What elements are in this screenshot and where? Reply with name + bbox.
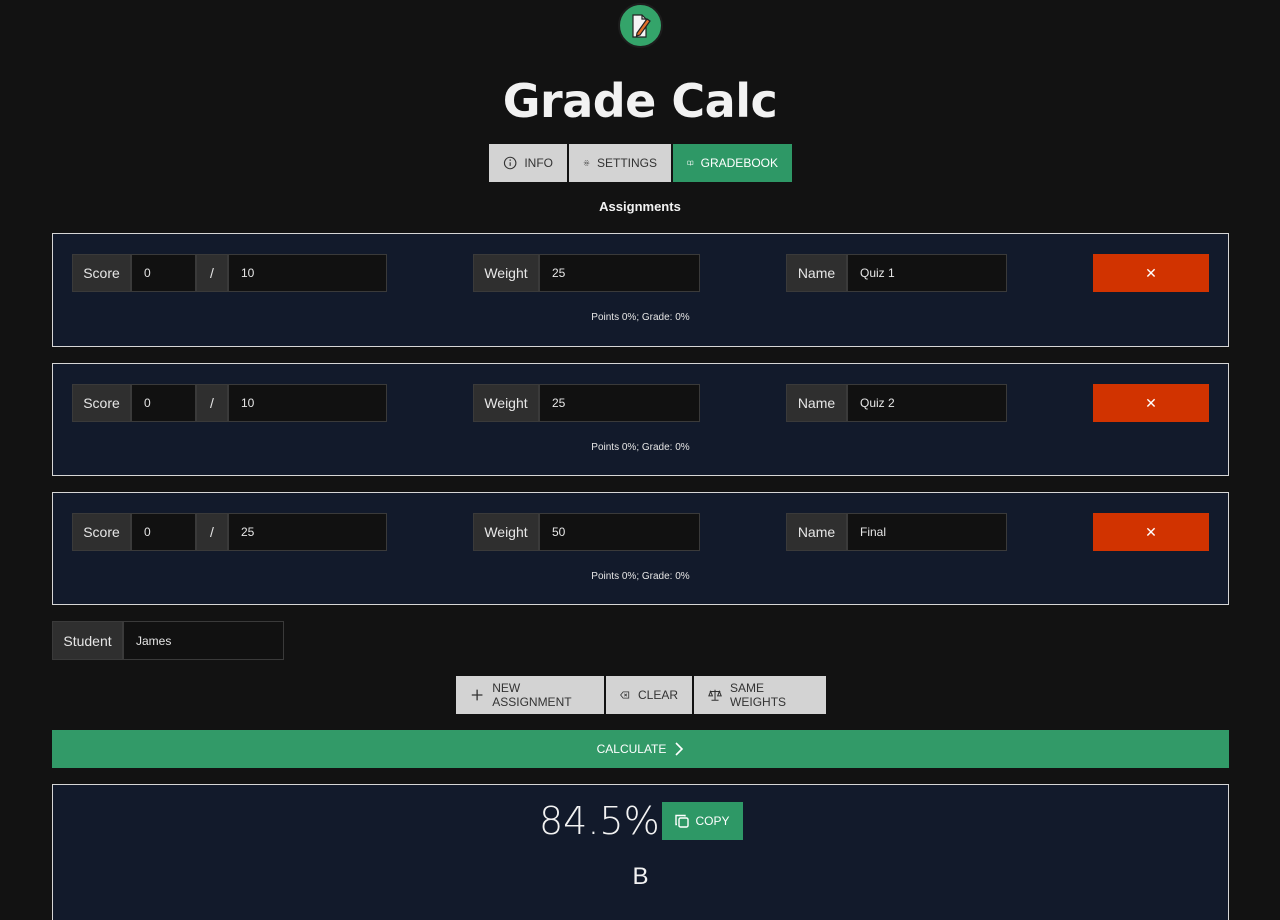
score-group: Score 0 / 10 — [72, 384, 387, 422]
clear-button[interactable]: Clear — [606, 676, 692, 714]
tab-info[interactable]: Info — [489, 144, 567, 182]
total-input[interactable]: 25 — [228, 513, 387, 551]
page-title: Grade Calc — [502, 74, 778, 128]
name-label: Name — [786, 513, 847, 551]
assignment-card: Score 0 / 25 Weight 50 Name Final ✕ Poin… — [52, 492, 1229, 605]
student-input[interactable]: James — [123, 621, 284, 660]
score-group: Score 0 / 25 — [72, 513, 387, 551]
action-bar: New Assignment Clear Same Weights — [456, 676, 826, 714]
name-input[interactable]: Final — [847, 513, 1007, 551]
result-percent: 84.5% — [539, 799, 660, 843]
delete-assignment-button[interactable]: ✕ — [1093, 254, 1209, 292]
close-icon: ✕ — [1145, 523, 1157, 540]
score-divider: / — [196, 513, 228, 551]
assignment-summary: Points 0%; Grade: 0% — [591, 312, 690, 323]
score-group: Score 0 / 10 — [72, 254, 387, 292]
score-input[interactable]: 0 — [131, 384, 196, 422]
section-title: Assignments — [599, 199, 681, 214]
name-group: Name Quiz 2 — [786, 384, 1007, 422]
name-label: Name — [786, 254, 847, 292]
student-group: Student James — [52, 621, 284, 660]
student-label: Student — [52, 621, 123, 660]
close-icon: ✕ — [1145, 264, 1157, 281]
close-icon: ✕ — [1145, 394, 1157, 411]
delete-assignment-button[interactable]: ✕ — [1093, 513, 1209, 551]
score-divider: / — [196, 384, 228, 422]
name-group: Name Final — [786, 513, 1007, 551]
plus-icon — [471, 689, 483, 701]
result-panel: 84.5% Copy B — [52, 784, 1229, 920]
name-label: Name — [786, 384, 847, 422]
weight-input[interactable]: 25 — [539, 254, 700, 292]
calculate-button[interactable]: Calculate — [52, 730, 1229, 768]
score-label: Score — [72, 513, 131, 551]
new-assignment-label: New Assignment — [492, 681, 572, 709]
total-input[interactable]: 10 — [228, 384, 387, 422]
weight-input[interactable]: 25 — [539, 384, 700, 422]
assignment-summary: Points 0%; Grade: 0% — [591, 442, 690, 453]
tab-gradebook-label: Gradebook — [700, 156, 778, 170]
score-input[interactable]: 0 — [131, 254, 196, 292]
weight-label: Weight — [473, 254, 539, 292]
score-label: Score — [72, 384, 131, 422]
assignment-card: Score 0 / 10 Weight 25 Name Quiz 2 ✕ Poi… — [52, 363, 1229, 476]
tab-gradebook[interactable]: Gradebook — [673, 144, 792, 182]
tab-settings-label: Settings — [596, 156, 657, 170]
name-input[interactable]: Quiz 2 — [847, 384, 1007, 422]
name-group: Name Quiz 1 — [786, 254, 1007, 292]
score-divider: / — [196, 254, 228, 292]
tab-info-label: Info — [524, 156, 553, 170]
score-label: Score — [72, 254, 131, 292]
clear-label: Clear — [637, 688, 678, 702]
assignment-card: Score 0 / 10 Weight 25 Name Quiz 1 ✕ Poi… — [52, 233, 1229, 347]
tab-bar: Info Settings Gradebook — [489, 144, 792, 182]
pencil-paper-icon — [631, 13, 651, 38]
weight-label: Weight — [473, 384, 539, 422]
chevron-right-icon — [675, 742, 684, 756]
letter-grade: B — [632, 863, 649, 890]
same-weights-button[interactable]: Same Weights — [694, 676, 826, 714]
new-assignment-button[interactable]: New Assignment — [456, 676, 604, 714]
weight-group: Weight 25 — [473, 384, 700, 422]
book-icon — [687, 160, 694, 166]
total-input[interactable]: 10 — [228, 254, 387, 292]
app-logo — [618, 3, 663, 48]
copy-label: Copy — [695, 814, 730, 828]
weight-group: Weight 25 — [473, 254, 700, 292]
scale-icon — [708, 689, 722, 701]
copy-button[interactable]: Copy — [662, 802, 743, 840]
name-input[interactable]: Quiz 1 — [847, 254, 1007, 292]
info-icon — [503, 156, 517, 170]
tab-settings[interactable]: Settings — [569, 144, 671, 182]
assignment-summary: Points 0%; Grade: 0% — [591, 571, 690, 582]
delete-assignment-button[interactable]: ✕ — [1093, 384, 1209, 422]
weight-label: Weight — [473, 513, 539, 551]
calculate-label: Calculate — [596, 742, 667, 756]
copy-icon — [675, 814, 690, 828]
backspace-icon — [620, 691, 630, 699]
gear-icon — [583, 160, 590, 166]
same-weights-label: Same Weights — [730, 681, 787, 709]
weight-group: Weight 50 — [473, 513, 700, 551]
score-input[interactable]: 0 — [131, 513, 196, 551]
weight-input[interactable]: 50 — [539, 513, 700, 551]
